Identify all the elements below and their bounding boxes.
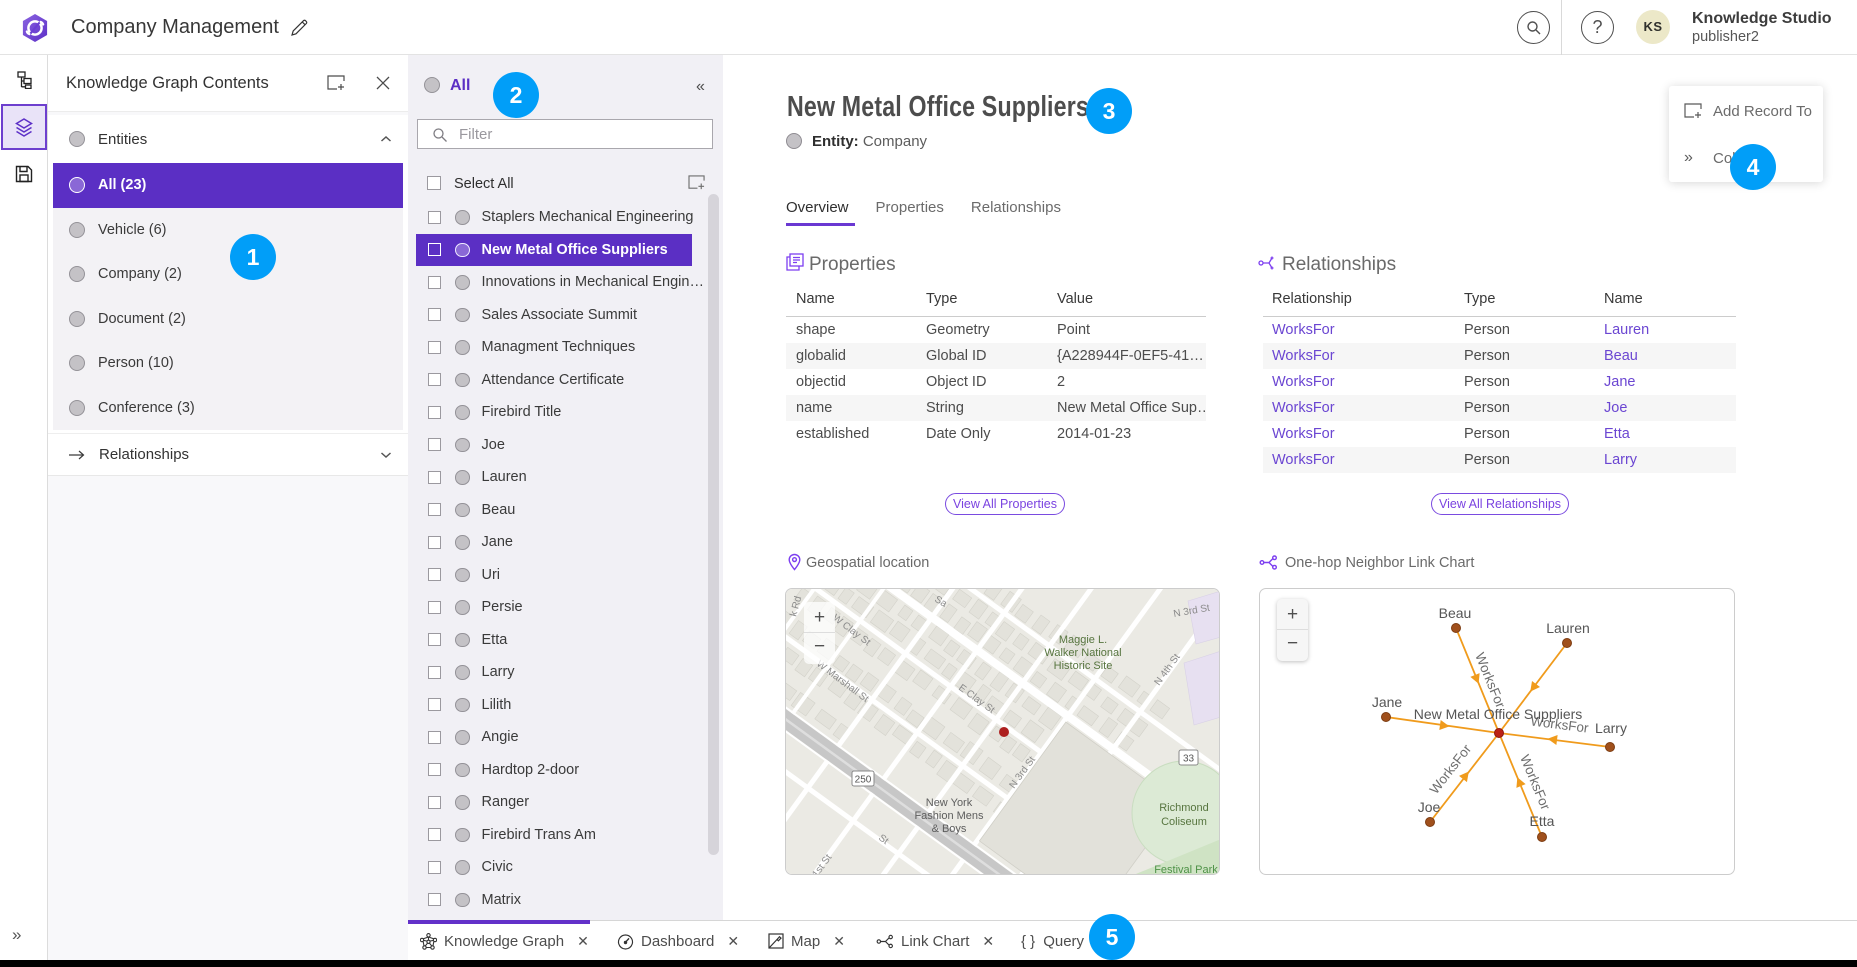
svg-text:33: 33 [1183, 754, 1195, 765]
svg-text:250: 250 [855, 775, 872, 786]
svg-text:Walker National: Walker National [1044, 647, 1121, 659]
svg-text:Lauren: Lauren [1546, 620, 1590, 636]
svg-text:Richmond: Richmond [1159, 802, 1209, 814]
svg-text:New Metal Office Suppliers: New Metal Office Suppliers [1414, 706, 1583, 722]
svg-text:Coliseum: Coliseum [1161, 816, 1207, 828]
svg-text:Festival Park: Festival Park [1154, 864, 1218, 875]
svg-text:WorksFor: WorksFor [1427, 741, 1475, 797]
svg-text:Jane: Jane [1372, 694, 1403, 710]
svg-text:Historic Site: Historic Site [1054, 660, 1113, 672]
svg-text:Beau: Beau [1439, 605, 1472, 621]
svg-text:& Boys: & Boys [932, 823, 967, 835]
svg-text:New York: New York [926, 797, 973, 809]
svg-text:Fashion Mens: Fashion Mens [914, 810, 984, 822]
svg-text:Maggie L.: Maggie L. [1059, 634, 1107, 646]
svg-text:Larry: Larry [1595, 720, 1627, 736]
svg-text:Etta: Etta [1530, 813, 1555, 829]
svg-text:Joe: Joe [1418, 799, 1441, 815]
